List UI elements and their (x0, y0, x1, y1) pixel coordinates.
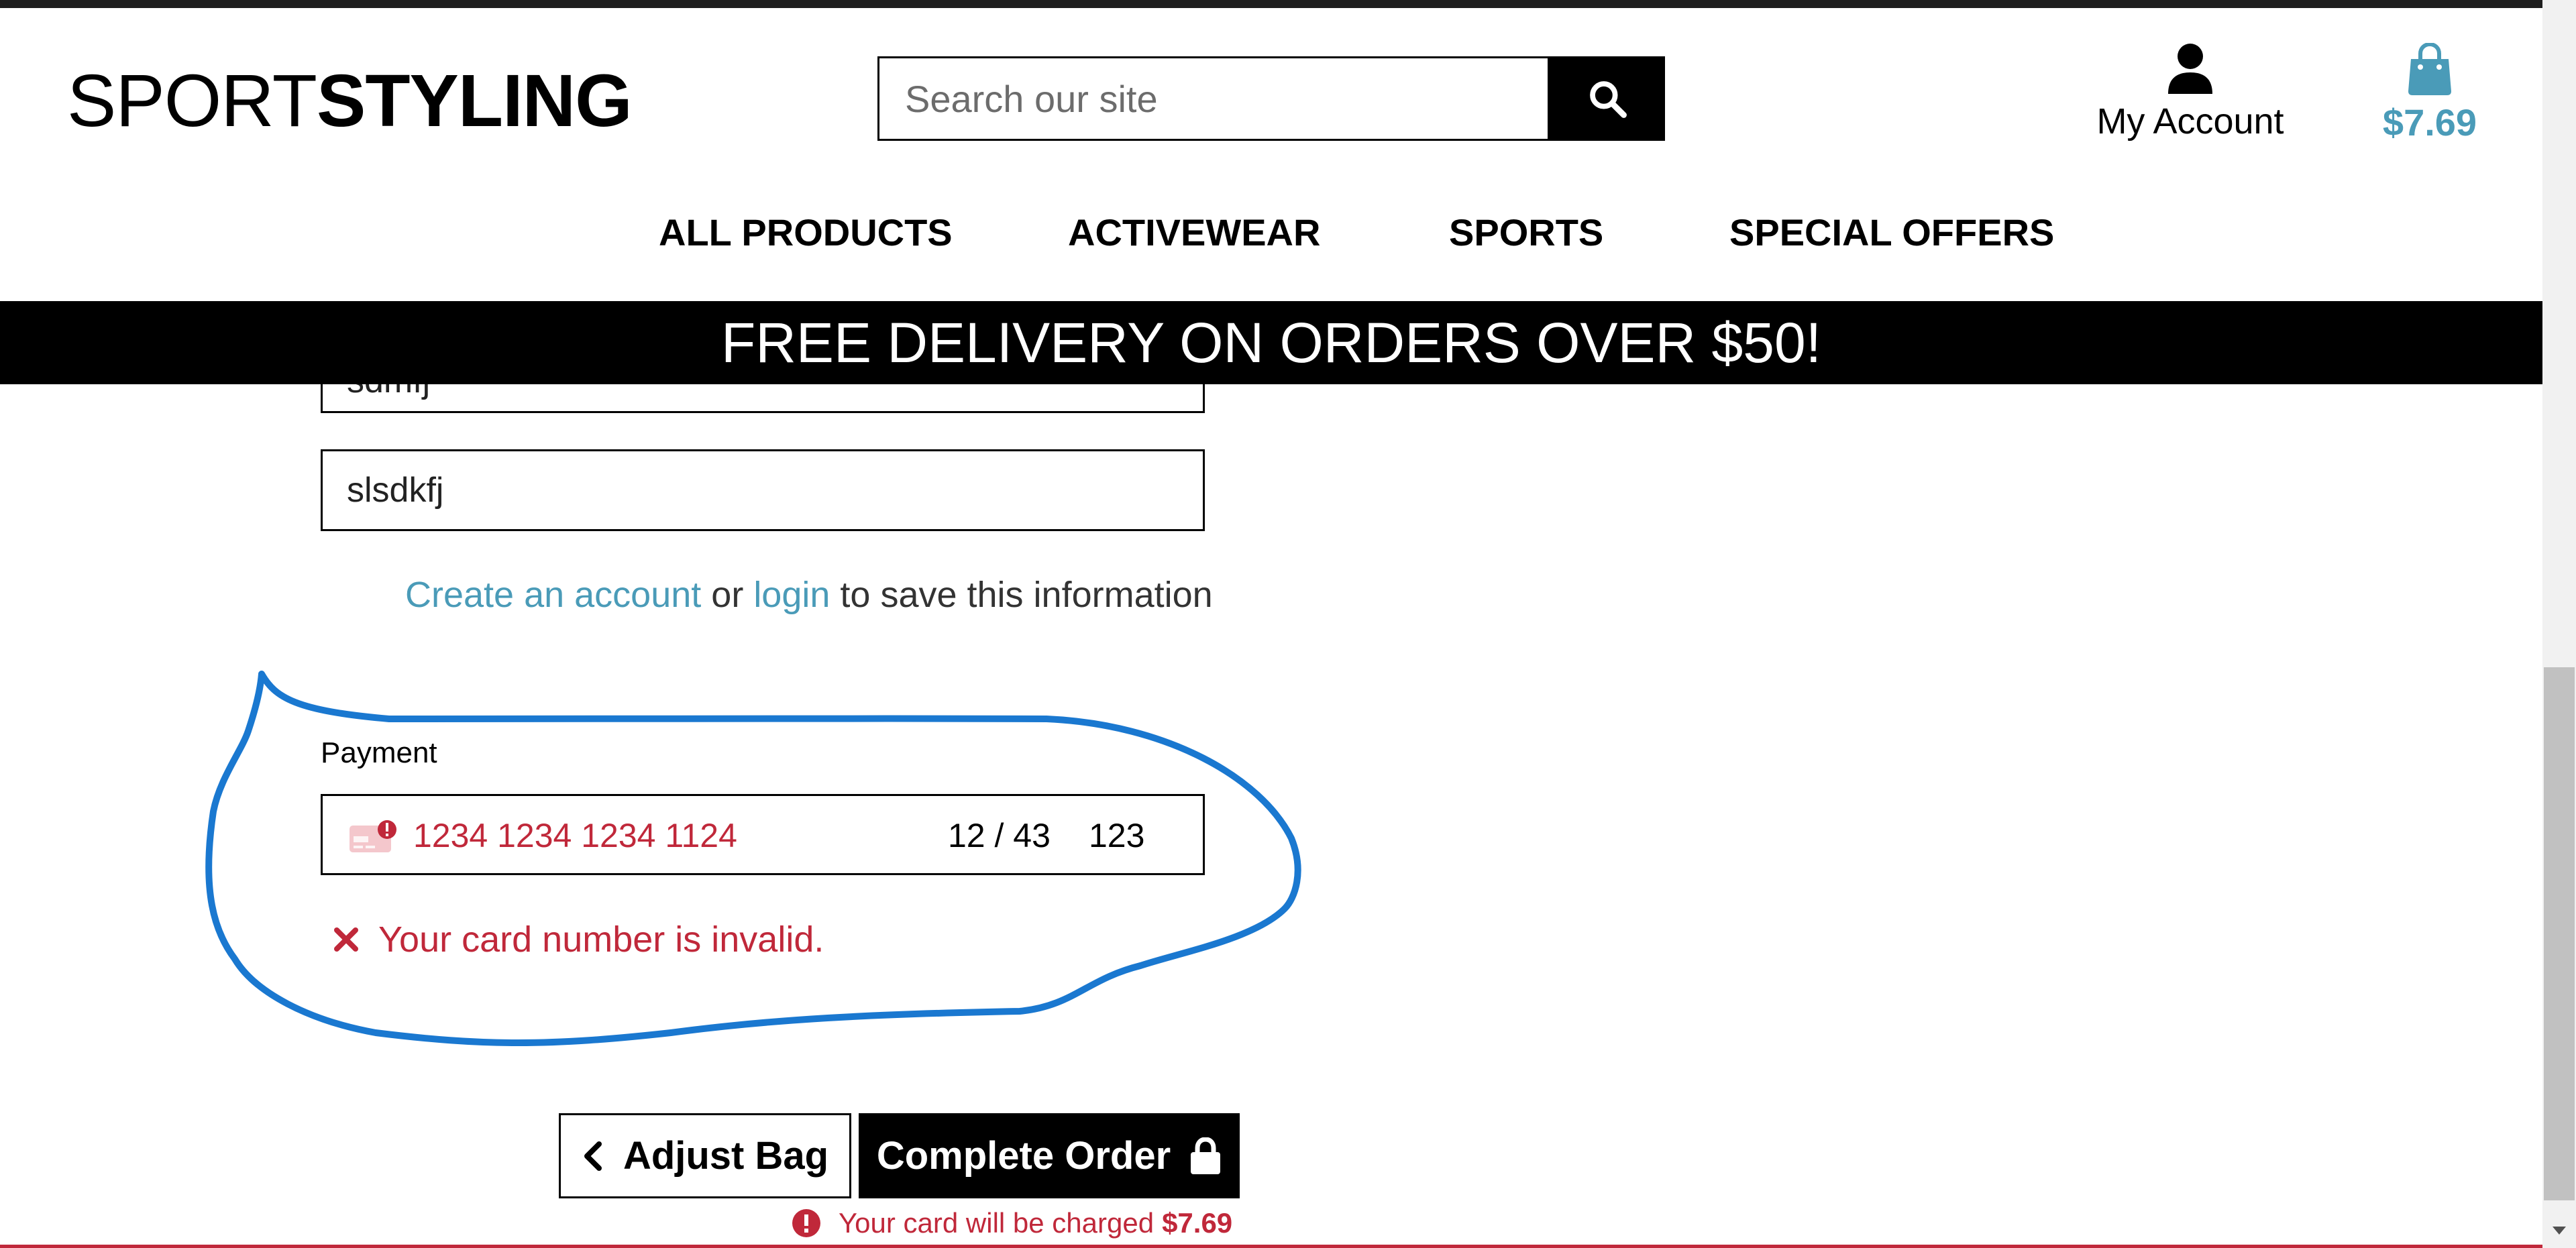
close-icon (334, 927, 358, 952)
shopping-bag-link[interactable]: $7.69 (2375, 43, 2485, 157)
payment-label: Payment (321, 736, 437, 769)
login-link[interactable]: login (753, 575, 830, 615)
exclamation-circle-icon (792, 1209, 820, 1237)
my-account-label: My Account (2096, 101, 2284, 141)
scrollbar-thumb[interactable] (2544, 667, 2575, 1200)
charge-notice: Your card will be charged $7.69 (792, 1207, 1232, 1239)
chevron-left-icon (584, 1141, 602, 1171)
triangle-down-icon (2553, 1227, 2566, 1235)
nav-sports[interactable]: SPORTS (1449, 211, 1603, 254)
card-error-icon (350, 820, 396, 852)
address-input[interactable] (323, 451, 1203, 529)
user-icon (2168, 44, 2212, 94)
nav-activewear[interactable]: ACTIVEWEAR (1068, 211, 1320, 254)
scroll-down-arrow[interactable] (2542, 1214, 2576, 1248)
adjust-bag-button[interactable]: Adjust Bag (559, 1113, 851, 1198)
card-expiry-input[interactable]: 12 / 43 (948, 816, 1051, 855)
card-cvc-input[interactable]: 123 (1089, 816, 1144, 855)
card-error-text: Your card number is invalid. (378, 919, 824, 960)
complete-order-label: Complete Order (876, 1134, 1171, 1178)
card-error-message: Your card number is invalid. (333, 919, 824, 960)
nav-special-offers[interactable]: SPECIAL OFFERS (1729, 211, 2054, 254)
charge-notice-amount: $7.69 (1162, 1207, 1233, 1239)
free-delivery-banner: FREE DELIVERY ON ORDERS OVER $50! (0, 301, 2542, 384)
save-info-or: or (701, 575, 754, 615)
brand-part-1: SPORT (67, 60, 317, 142)
create-account-link[interactable]: Create an account (405, 575, 701, 615)
browser-top-strip (0, 0, 2576, 8)
brand-logo[interactable]: SPORTSTYLING (67, 58, 633, 145)
card-number-input[interactable]: 1234 1234 1234 1124 (413, 816, 737, 855)
save-info-line: Create an account or login to save this … (405, 574, 1213, 616)
brand-part-2: STYLING (316, 60, 633, 142)
search-box (877, 56, 1550, 141)
charge-notice-text: Your card will be charged (839, 1207, 1155, 1239)
hand-drawn-annotation-loop (205, 671, 1301, 1046)
shopping-bag-icon (2408, 43, 2451, 95)
search-icon (1590, 81, 1627, 118)
bag-total: $7.69 (2382, 101, 2477, 144)
card-input-field[interactable]: 1234 1234 1234 1124 12 / 43 123 (321, 794, 1205, 875)
my-account-link[interactable]: My Account (2080, 43, 2301, 157)
save-info-suffix: to save this information (830, 575, 1213, 615)
nav-all-products[interactable]: ALL PRODUCTS (659, 211, 953, 254)
complete-order-button[interactable]: Complete Order (859, 1113, 1240, 1198)
checkout-page: SPORTSTYLING My Account $7.69 ALL PRODUC… (0, 0, 2576, 1248)
address-field[interactable] (321, 449, 1205, 531)
search-input[interactable] (879, 58, 1548, 139)
search-button[interactable] (1550, 56, 1665, 141)
bottom-edge-line (0, 1245, 2542, 1248)
adjust-bag-label: Adjust Bag (623, 1134, 829, 1178)
lock-icon (1191, 1137, 1221, 1174)
